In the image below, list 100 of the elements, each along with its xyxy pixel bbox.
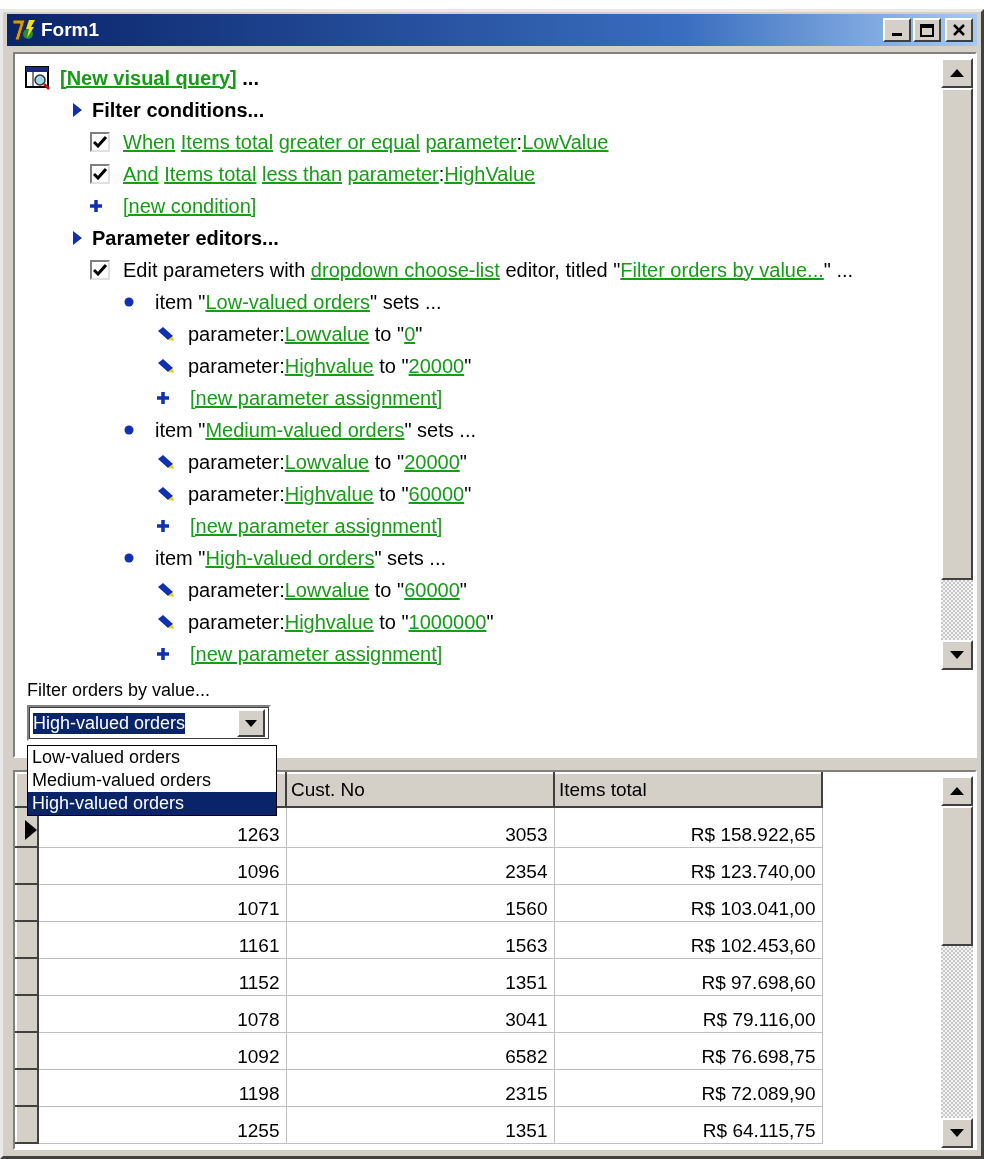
query-link[interactable]: Highvalue [284,610,374,633]
query-link[interactable]: less than [262,162,343,185]
row-indicator[interactable] [16,1106,38,1143]
table-cell: R$ 158.922,65 [554,807,822,847]
triangle-icon[interactable] [72,103,82,117]
table-cell: 1071 [38,884,286,921]
query-link[interactable]: [new parameter assignment] [190,386,443,409]
query-tree-text: parameter:Lowvalue to "20000" [188,450,467,474]
query-tree-text: [New visual query] ... [60,66,259,90]
query-link[interactable]: 20000 [404,450,460,473]
plus-icon[interactable] [157,648,169,660]
query-tree-text: item "High-valued orders" sets ... [155,546,446,570]
table-cell: R$ 76.698,75 [554,1032,822,1069]
table-cell: 1351 [286,1106,554,1143]
table-cell: 1078 [38,995,286,1032]
table-cell: 1092 [38,1032,286,1069]
table-cell: R$ 103.041,00 [554,884,822,921]
plus-icon[interactable] [157,392,169,404]
query-link[interactable]: 0 [404,322,416,345]
query-link[interactable]: And [123,162,159,185]
query-tree-text: When Items total greater or equal parameter:LowValue [123,130,609,154]
query-link[interactable]: [new parameter assignment] [190,514,443,537]
column-header[interactable]: Cust. No [286,773,554,807]
query-link[interactable]: 1000000 [408,610,487,633]
table-cell: R$ 64.115,75 [554,1106,822,1143]
triangle-icon[interactable] [72,231,82,245]
window-title: Form1 [41,19,101,41]
table-cell: 1198 [38,1069,286,1106]
pencil-icon [157,614,175,630]
scroll-down-button[interactable] [941,640,973,670]
minimize-button[interactable] [883,18,911,42]
query-tree-text: Parameter editors... [92,226,279,250]
up-arrow-icon [950,69,964,77]
query-link[interactable]: 60000 [404,578,460,601]
query-link[interactable]: parameter [425,130,517,153]
query-link[interactable]: High-valued orders [205,546,375,569]
query-link[interactable]: [New visual query] [60,66,237,89]
query-link[interactable]: 20000 [408,354,465,377]
close-icon [953,24,965,36]
query-link[interactable]: LowValue [522,130,609,153]
checkbox[interactable] [90,260,110,280]
row-indicator[interactable] [16,1032,38,1069]
query-tree-text: item "Medium-valued orders" sets ... [155,418,476,442]
query-link[interactable]: Highvalue [284,354,374,377]
table-cell: 2354 [286,847,554,884]
checkbox[interactable] [90,164,110,184]
scroll-up-button[interactable] [941,776,973,806]
query-link[interactable]: Items total [164,162,257,185]
query-link[interactable]: Items total [180,130,274,153]
dropdown-option[interactable]: Medium-valued orders [28,769,276,792]
query-tree-text: parameter:Highvalue to "60000" [188,482,472,506]
scrollbar-thumb[interactable] [941,806,973,946]
query-link[interactable]: HighValue [444,162,536,185]
table-cell: 3041 [286,995,554,1032]
caret-icon [245,719,257,727]
table-cell: 1152 [38,958,286,995]
table-magnifier-icon [25,66,51,90]
query-link[interactable]: [new parameter assignment] [190,642,443,665]
query-link[interactable]: dropdown choose-list [310,258,500,281]
column-header[interactable]: Items total [554,773,822,807]
pencil-icon [157,326,175,342]
close-button[interactable] [945,18,973,42]
pencil-icon [157,454,175,470]
checkbox[interactable] [90,132,110,152]
pencil-icon [157,582,175,598]
query-tree-text: Edit parameters with dropdown choose-list editor, titled "Filter orders by value..." ... [123,258,854,282]
query-tree-text: item "Low-valued orders" sets ... [155,290,442,314]
maximize-icon [920,23,934,37]
table-cell: 2315 [286,1069,554,1106]
row-indicator[interactable] [16,1069,38,1106]
plus-icon[interactable] [90,200,102,212]
query-tree-text: parameter:Highvalue to "1000000" [188,610,494,634]
row-indicator[interactable] [16,958,38,995]
scroll-up-button[interactable] [941,58,973,88]
maximize-button[interactable] [913,18,941,42]
query-link[interactable]: Lowvalue [284,322,370,345]
query-tree-text: parameter:Lowvalue to "0" [188,322,423,346]
row-indicator[interactable] [16,921,38,958]
bullet-icon [124,553,134,563]
query-link[interactable]: 60000 [408,482,465,505]
query-link[interactable]: Low-valued orders [205,290,370,313]
query-link[interactable]: Highvalue [284,482,374,505]
plus-icon[interactable] [157,520,169,532]
query-link[interactable]: greater or equal [278,130,420,153]
query-link[interactable]: Medium-valued orders [205,418,405,441]
filter-dropdown[interactable]: High-valued orders [27,705,271,741]
query-link[interactable]: When [123,130,176,153]
bullet-icon [124,425,134,435]
scroll-down-button[interactable] [941,1118,973,1148]
query-link[interactable]: Lowvalue [284,450,370,473]
table-cell: R$ 79.116,00 [554,995,822,1032]
dropdown-option[interactable]: Low-valued orders [28,746,276,769]
query-link[interactable]: [new condition] [123,194,257,217]
query-link[interactable]: Lowvalue [284,578,370,601]
row-indicator[interactable] [16,995,38,1032]
row-indicator[interactable] [16,847,38,884]
row-indicator[interactable] [16,884,38,921]
minimize-icon [892,33,902,36]
query-link[interactable]: parameter [347,162,439,185]
query-link[interactable]: Filter orders by value... [620,258,824,281]
